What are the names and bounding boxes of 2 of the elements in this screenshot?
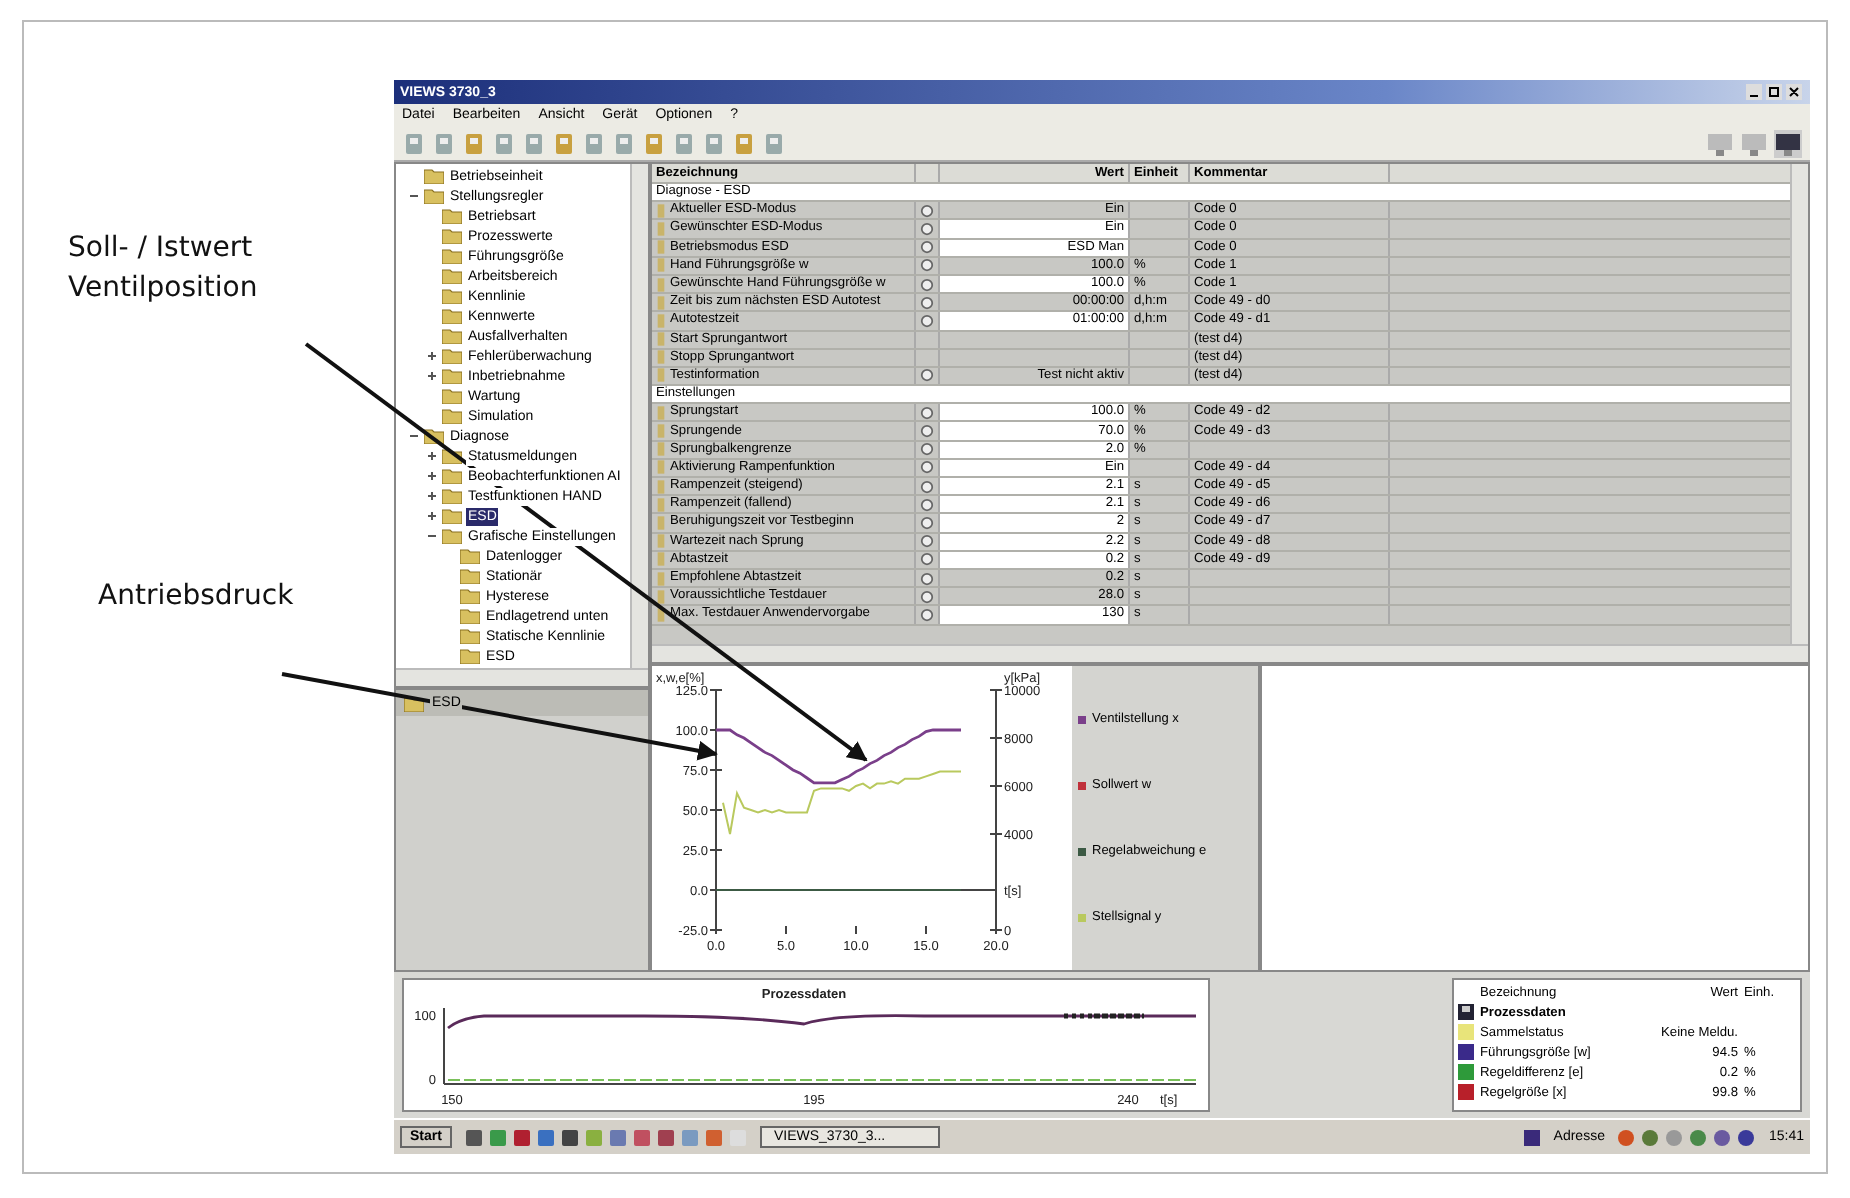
annotation-label: Soll- / Istwert Ventilposition	[68, 230, 260, 308]
annotation-label: Antriebsdruck	[98, 578, 296, 616]
